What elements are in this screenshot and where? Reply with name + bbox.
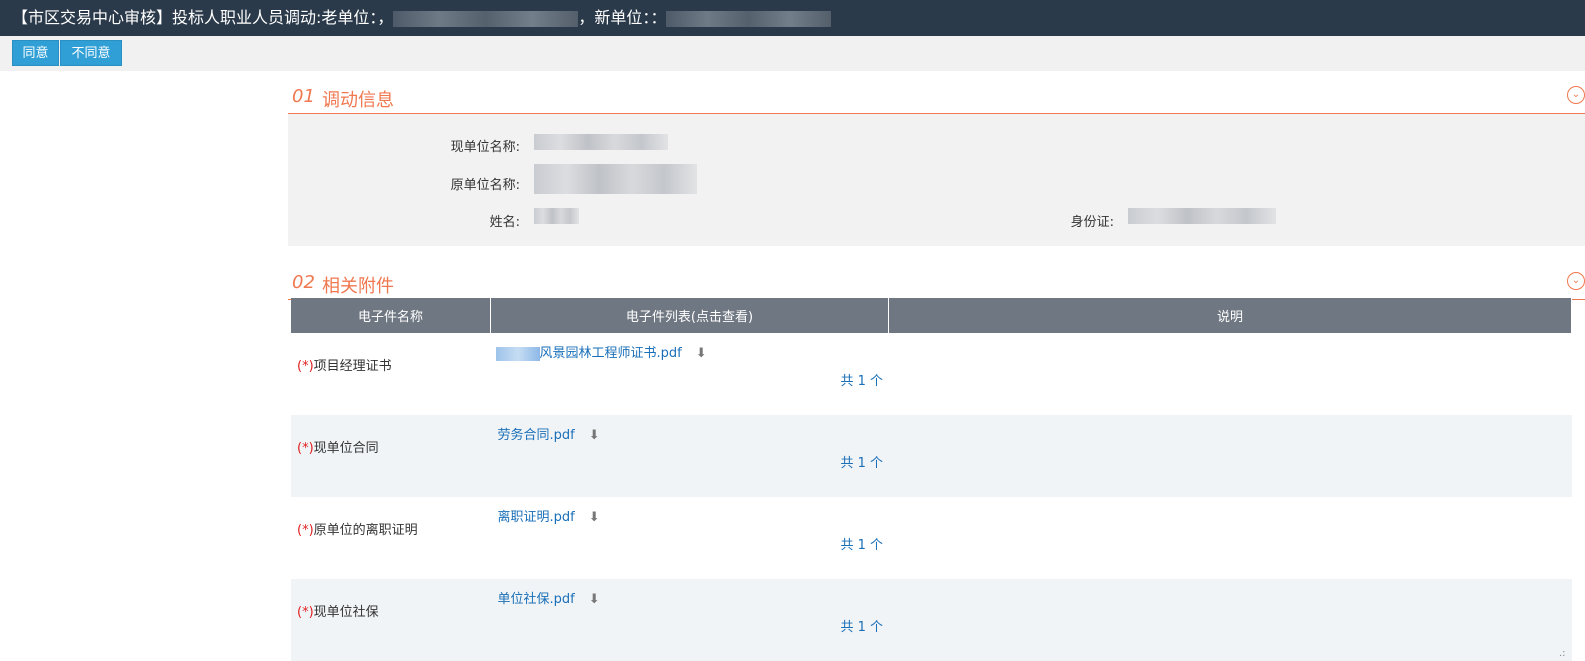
file-link[interactable]: 劳务合同.pdf [498, 428, 575, 443]
column-header: 电子件名称 [291, 298, 491, 333]
section-title: 调动信息 [322, 90, 394, 111]
section-number: 01 [292, 86, 315, 107]
section-transfer-info-header: 01 调动信息 ⌄ [288, 71, 1585, 114]
agree-button[interactable]: 同意 [12, 40, 59, 66]
name-label: 姓名: [489, 215, 520, 230]
chevron-down-circle-icon[interactable]: ⌄ [1567, 86, 1585, 104]
download-icon[interactable]: ⬇ [589, 510, 600, 525]
disagree-button[interactable]: 不同意 [60, 40, 122, 66]
note-cell: .: [888, 579, 1572, 661]
download-icon[interactable]: ⬇ [589, 428, 600, 443]
action-toolbar: 同意 不同意 [0, 36, 1585, 71]
page-title: 【市区交易中心审核】投标人职业人员调动:老单位： [12, 8, 378, 27]
attachments-table: 电子件名称 电子件列表(点击查看) 说明 (*)项目经理证书 风景园林工程师证书… [291, 298, 1572, 661]
required-marker: (*) [297, 605, 314, 620]
old-unit-redacted [393, 10, 579, 27]
attachment-name-cell: (*)现单位社保 [291, 579, 491, 661]
file-list-cell: 风景园林工程师证书.pdf ⬇ 共 1 个 [490, 333, 889, 415]
table-row: (*)现单位社保 单位社保.pdf ⬇ 共 1 个 .: [291, 579, 1572, 661]
file-count: 共 1 个 [840, 620, 884, 635]
note-cell [888, 497, 1572, 579]
id-card-value-redacted [1128, 208, 1276, 224]
note-cell [888, 333, 1572, 415]
filename-redacted [495, 346, 540, 361]
table-row: (*)现单位合同 劳务合同.pdf ⬇ 共 1 个 [291, 415, 1572, 497]
attachment-name-cell: (*)现单位合同 [291, 415, 491, 497]
section-title: 相关附件 [322, 276, 394, 297]
resize-grip-icon[interactable]: .: [1559, 648, 1566, 659]
note-cell [888, 415, 1572, 497]
name-value-redacted [534, 208, 579, 224]
new-unit-redacted [666, 10, 832, 27]
file-link[interactable]: 风景园林工程师证书.pdf [540, 346, 682, 361]
required-marker: (*) [297, 523, 314, 538]
main-content: 01 调动信息 ⌄ 现单位名称: 原单位名称: 姓名: 身份证: 02 相关附件… [288, 71, 1585, 661]
original-unit-label: 原单位名称: [450, 178, 520, 193]
file-count: 共 1 个 [840, 374, 884, 389]
section-number: 02 [292, 272, 315, 293]
column-header: 电子件列表(点击查看) [490, 298, 889, 333]
attachment-name: 现单位合同 [313, 441, 379, 456]
current-unit-label: 现单位名称: [450, 140, 520, 155]
old-unit-hint: ， [377, 8, 394, 27]
required-marker: (*) [297, 441, 314, 456]
window-title-bar: 【市区交易中心审核】投标人职业人员调动:老单位：， ，新单位：： [0, 0, 1585, 36]
chevron-down-circle-icon[interactable]: ⌄ [1567, 272, 1585, 290]
attachment-name-cell: (*)项目经理证书 [291, 333, 491, 415]
attachment-name-cell: (*)原单位的离职证明 [291, 497, 491, 579]
table-row: (*)原单位的离职证明 离职证明.pdf ⬇ 共 1 个 [291, 497, 1572, 579]
download-icon[interactable]: ⬇ [589, 592, 600, 607]
id-card-label: 身份证: [1070, 215, 1114, 230]
new-unit-hint: ： [650, 8, 667, 27]
table-row: (*)项目经理证书 风景园林工程师证书.pdf ⬇ 共 1 个 [291, 333, 1572, 415]
attachment-name: 原单位的离职证明 [313, 523, 418, 538]
file-list-cell: 单位社保.pdf ⬇ 共 1 个 [490, 579, 889, 661]
file-list-cell: 离职证明.pdf ⬇ 共 1 个 [490, 497, 889, 579]
file-count: 共 1 个 [840, 538, 884, 553]
file-link[interactable]: 单位社保.pdf [498, 592, 575, 607]
current-unit-value-redacted [534, 134, 668, 150]
file-count: 共 1 个 [840, 456, 884, 471]
attachment-name: 项目经理证书 [313, 359, 392, 374]
download-icon[interactable]: ⬇ [696, 346, 707, 361]
file-list-cell: 劳务合同.pdf ⬇ 共 1 个 [490, 415, 889, 497]
original-unit-value-redacted [534, 164, 697, 194]
attachment-name: 现单位社保 [313, 605, 379, 620]
transfer-info-panel: 现单位名称: 原单位名称: 姓名: 身份证: [288, 114, 1585, 246]
title-separator: ，新单位： [578, 8, 651, 27]
required-marker: (*) [297, 359, 314, 374]
column-header: 说明 [888, 298, 1572, 333]
file-link[interactable]: 离职证明.pdf [498, 510, 575, 525]
section-attachments-header: 02 相关附件 ⌄ [288, 257, 1585, 300]
